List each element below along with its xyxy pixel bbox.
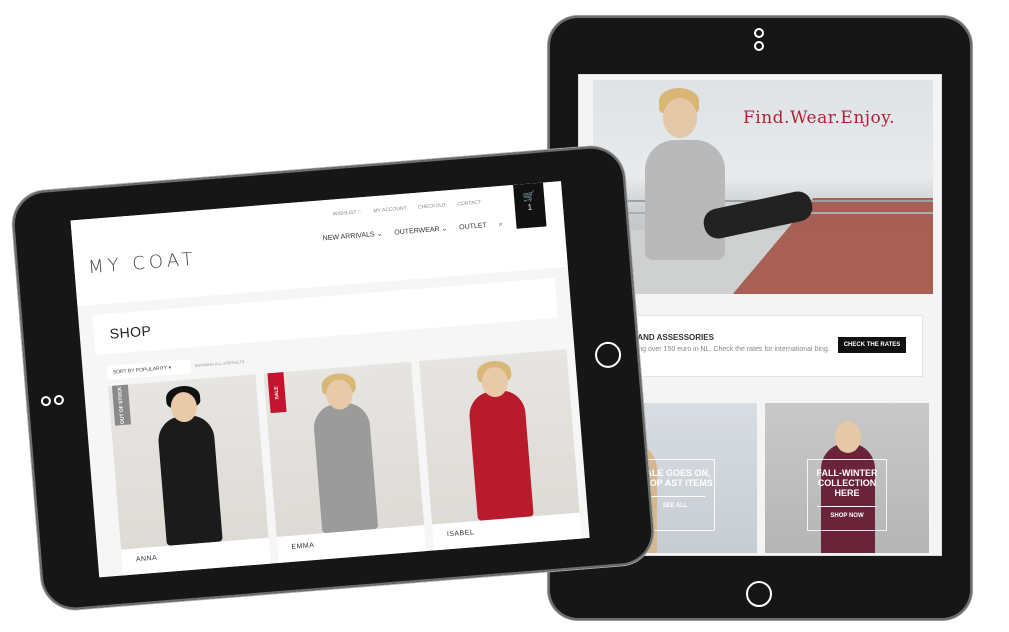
main-nav: NEW ARRIVALS ⌄ OUTERWEAR ⌄ OUTLET ⌕ [322, 219, 513, 243]
sensor-icon [53, 394, 65, 406]
hero-model-head [663, 98, 697, 138]
promo-model-head [835, 421, 861, 453]
nav-new-arrivals[interactable]: NEW ARRIVALS ⌄ [323, 231, 383, 243]
landscape-tablet-wrap: MY COAT WISHLIST ♡ MY ACCOUNT CHECKOUT C… [6, 130, 658, 624]
sensor-icon [754, 41, 764, 51]
home-button-icon [594, 340, 623, 369]
checkout-link[interactable]: CHECKOUT [418, 202, 446, 210]
product-card[interactable]: ISABEL [418, 349, 582, 551]
page-title: SHOP [109, 322, 152, 342]
product-image[interactable]: OUT OF STOCK [107, 374, 269, 550]
nav-outlet[interactable]: OUTLET [459, 222, 487, 231]
results-count: SHOWING ALL 3 RESULTS [194, 359, 245, 369]
nav-outerwear[interactable]: OUTERWEAR ⌄ [394, 225, 448, 236]
product-card[interactable]: OUT OF STOCK ANNA [107, 374, 271, 576]
product-model-coat [156, 413, 223, 546]
hero-tagline: Find.Wear.Enjoy. [743, 108, 896, 128]
landscape-tablet: MY COAT WISHLIST ♡ MY ACCOUNT CHECKOUT C… [10, 144, 656, 612]
home-button-icon [746, 581, 772, 607]
camera-icon [40, 395, 52, 407]
out-of-stock-badge: OUT OF STOCK [111, 384, 132, 426]
site-logo[interactable]: MY COAT [88, 249, 198, 279]
shop-now-link[interactable]: SHOP NOW [817, 506, 877, 521]
product-image[interactable]: SALE [263, 361, 425, 538]
product-name[interactable]: EMMA [291, 542, 314, 551]
cart-count: 1 [527, 202, 533, 212]
check-rates-button[interactable]: CHECK THE RATES [838, 337, 906, 353]
sort-select[interactable]: SORT BY POPULARITY ▾ [106, 359, 192, 381]
landscape-tablet-screen: MY COAT WISHLIST ♡ MY ACCOUNT CHECKOUT C… [70, 181, 590, 578]
cart-button[interactable]: 🛒 1 [513, 182, 547, 229]
promo-text: FALL-WINTER COLLECTION HERE [816, 468, 878, 498]
utility-links: WISHLIST ♡ MY ACCOUNT CHECKOUT CONTACT [333, 199, 492, 218]
product-model-coat [467, 388, 534, 521]
camera-icon [754, 28, 764, 38]
promo-box: FALL-WINTER COLLECTION HERE SHOP NOW [807, 459, 887, 531]
account-link[interactable]: MY ACCOUNT [373, 206, 407, 215]
product-card[interactable]: SALE EMMA [263, 361, 427, 563]
product-name[interactable]: ISABEL [447, 529, 475, 538]
search-icon[interactable]: ⌕ [498, 221, 502, 228]
product-model-coat [312, 401, 379, 534]
contact-link[interactable]: CONTACT [457, 200, 481, 208]
sale-badge: SALE [267, 371, 287, 414]
promo-collection[interactable]: FALL-WINTER COLLECTION HERE SHOP NOW [765, 403, 929, 553]
product-name[interactable]: ANNA [136, 555, 158, 564]
wishlist-link[interactable]: WISHLIST ♡ [333, 209, 363, 217]
product-image[interactable] [418, 349, 580, 525]
